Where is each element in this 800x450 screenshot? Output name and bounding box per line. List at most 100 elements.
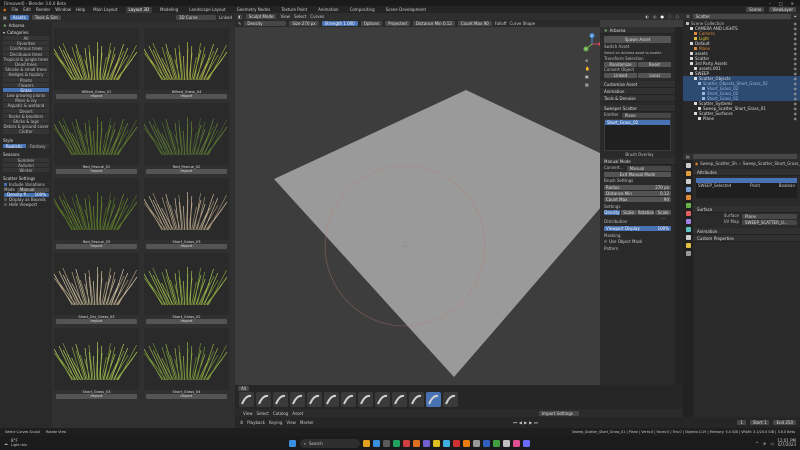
taskbar-search[interactable]: ⌕ Search — [299, 438, 360, 448]
asset-card[interactable]: Short_Grass_03 Import — [139, 178, 229, 250]
marker-menu[interactable]: Marker — [300, 420, 314, 425]
volume-icon[interactable]: ◁ — [770, 441, 773, 446]
import-button[interactable]: Import — [56, 169, 137, 174]
play-icon[interactable]: ▶ — [524, 420, 527, 425]
import-button[interactable]: Import — [56, 394, 137, 399]
properties-search-input[interactable] — [692, 154, 797, 159]
strength-field[interactable]: Strength 1.000 — [321, 21, 358, 26]
brush-thumbnail-icon[interactable] — [426, 392, 441, 407]
keying-menu[interactable]: Keying — [269, 420, 282, 425]
asset-thumbnail[interactable] — [139, 328, 229, 390]
properties-tab-icon[interactable] — [685, 171, 691, 176]
scatter-settings-label[interactable]: Scatter Settings — [0, 175, 52, 182]
workspace-tab-geometry-nodes[interactable]: Geometry Nodes — [234, 7, 274, 13]
outliner-item[interactable]: Plane ◉ — [683, 116, 800, 121]
menu-file[interactable]: File — [12, 7, 19, 12]
local-button[interactable]: Local — [638, 73, 671, 78]
import-button[interactable]: Import — [146, 394, 227, 399]
asset-thumbnail[interactable] — [139, 103, 229, 165]
viewport-display-field[interactable]: Viewport Display 100% — [604, 226, 671, 231]
surface-field[interactable]: Plane — [742, 213, 797, 219]
spawn-asset-button[interactable]: Spawn Asset — [604, 36, 671, 43]
manual-mode-header[interactable]: Manual Mode — [600, 158, 675, 165]
properties-tab-icon[interactable] — [685, 219, 691, 224]
category-item[interactable]: Coniferous trees — [3, 46, 49, 52]
taskbar-app-icon[interactable] — [393, 439, 401, 447]
view-layer-selector[interactable]: ViewLayer — [769, 7, 796, 12]
density-toggle[interactable]: Density — [604, 210, 620, 215]
import-button[interactable]: Import — [56, 319, 137, 324]
shading-material-icon[interactable]: ◌ — [668, 14, 672, 19]
rotation-toggle[interactable]: Rotation — [637, 210, 655, 215]
shelf-menu-select[interactable]: Select — [257, 411, 269, 416]
options-dropdown[interactable]: Options — [360, 21, 383, 26]
brush-thumbnail-icon[interactable] — [324, 392, 339, 407]
taskbar-app-icon[interactable] — [453, 439, 461, 447]
menu-window[interactable]: Window — [55, 7, 71, 12]
falloff-dropdown[interactable]: Falloff — [495, 21, 507, 26]
import-button[interactable]: Import — [146, 94, 227, 99]
asset-thumbnail[interactable] — [52, 103, 139, 165]
exit-manual-mode-button[interactable]: Exit Manual Mode — [604, 172, 671, 177]
brush-selector[interactable]: Density — [244, 21, 287, 26]
menu-edit[interactable]: Edit — [23, 7, 31, 12]
maximize-icon[interactable]: □ — [779, 1, 783, 6]
style-realistic[interactable]: Realistic — [3, 143, 26, 149]
wifi-icon[interactable]: ≋ — [763, 441, 766, 446]
tab-assets[interactable]: Assets — [9, 15, 29, 20]
taskbar-app-icon[interactable] — [403, 439, 411, 447]
custom-properties-header[interactable]: Custom Properties — [693, 235, 800, 242]
playback-menu[interactable]: Playback — [247, 420, 265, 425]
filter-icon[interactable]: ⏷ — [794, 14, 797, 19]
workspace-tab-texture-paint[interactable]: Texture Paint — [278, 7, 310, 13]
taskbar-app-icon[interactable] — [493, 439, 501, 447]
asset-card[interactable]: Short_Grass_03 Import — [52, 328, 139, 400]
menu-render[interactable]: Render — [36, 7, 50, 12]
curve-field[interactable]: 3D Curve — [175, 15, 216, 20]
workspace-tab-main-layout[interactable]: Main Layout — [90, 7, 120, 13]
viewport-menu-curves[interactable]: Curves — [310, 14, 324, 19]
curve-shape-dropdown[interactable]: Curve Shape — [510, 21, 536, 26]
properties-tab-icon[interactable] — [685, 211, 691, 216]
asset-card[interactable]: Short_Grass_02 Import — [139, 253, 229, 325]
attributes-header[interactable]: Attributes — [693, 169, 800, 176]
asset-card[interactable]: Red_Fescue_03 Import — [52, 178, 139, 250]
asset-thumbnail[interactable] — [139, 178, 229, 240]
arborea-panel-header[interactable]: ♣ Arborea — [600, 27, 675, 34]
hide-viewport-checkbox[interactable]: Hide Viewport — [0, 202, 52, 207]
customize-asset-header[interactable]: Customize Asset — [600, 81, 675, 88]
asset-thumbnail[interactable] — [52, 253, 139, 315]
np-distance-min-field[interactable]: Distance Min 0.12 — [604, 191, 671, 196]
camera-view-icon[interactable]: ▣ — [585, 74, 590, 79]
count-max-field[interactable]: Count Max 90 — [457, 21, 492, 26]
clock-date[interactable]: 6/7/2023 — [778, 442, 796, 448]
scatter-list-item[interactable]: Short_Grass_02 — [605, 120, 670, 125]
workspace-tab-landscape[interactable]: Landscape Layout — [186, 7, 228, 13]
brush-thumbnail-icon[interactable] — [307, 392, 322, 407]
manual-dropdown[interactable]: Manual — [626, 165, 671, 171]
workspace-tab-layout-3d[interactable]: Layout 3D — [125, 6, 153, 13]
properties-tab-icon[interactable] — [685, 243, 691, 248]
taskbar-app-icon[interactable] — [513, 439, 521, 447]
timeline-view-menu[interactable]: View — [286, 420, 296, 425]
properties-tab-icon[interactable] — [685, 251, 691, 256]
next-key-icon[interactable]: ▶ — [529, 420, 532, 425]
brush-thumbnail-icon[interactable] — [341, 392, 356, 407]
brush-thumbnail-icon[interactable] — [392, 392, 407, 407]
asset-thumbnail[interactable] — [52, 178, 139, 240]
tray-chevron-icon[interactable]: ^ — [756, 441, 759, 446]
current-frame-field[interactable]: 1 — [737, 420, 746, 425]
taskbar-app-icon[interactable] — [443, 439, 451, 447]
timeline-editor-icon[interactable]: ⏱ — [240, 420, 243, 425]
visibility-icon[interactable]: ◐ — [646, 14, 650, 19]
workspace-tab-compositing[interactable]: Compositing — [347, 7, 378, 13]
taskbar-app-icon[interactable] — [413, 439, 421, 447]
category-item[interactable]: Hedges & topiary — [3, 72, 49, 78]
animation-header[interactable]: Animation — [600, 88, 675, 95]
taskbar-app-icon[interactable] — [463, 439, 471, 447]
asset-card[interactable]: Wilted_Grass_04 Import — [139, 28, 229, 100]
brush-thumbnail-icon[interactable] — [273, 392, 288, 407]
sidebar-vertical-tabs[interactable] — [675, 27, 683, 385]
taskbar-app-icon[interactable] — [433, 439, 441, 447]
viewport-editor-icon[interactable]: ◧ — [238, 14, 242, 19]
